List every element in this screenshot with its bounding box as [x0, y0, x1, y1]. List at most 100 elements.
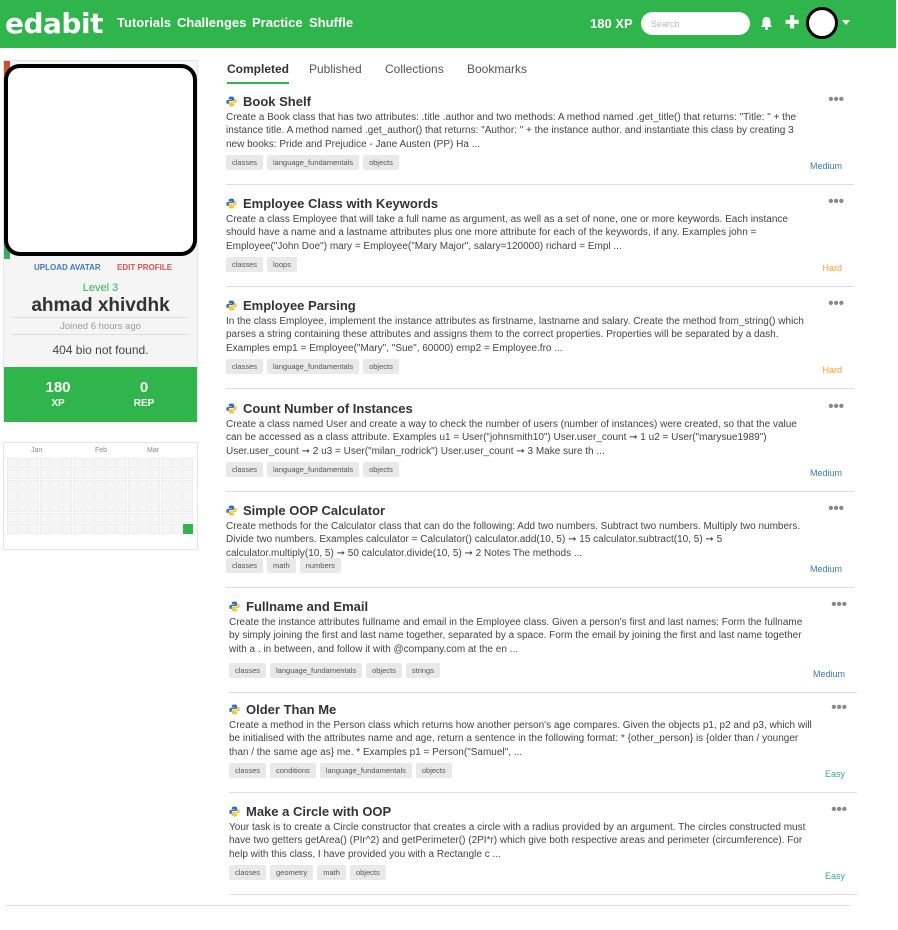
tag[interactable]: strings	[405, 663, 440, 678]
challenge-title[interactable]: Employee Class with Keywords	[243, 196, 438, 211]
nav-shuffle[interactable]: Shuffle	[309, 15, 353, 30]
more-options-icon[interactable]: •••	[828, 500, 844, 517]
bell-icon[interactable]	[760, 16, 773, 30]
challenge-title[interactable]: Simple OOP Calculator	[243, 503, 385, 518]
search-input[interactable]	[641, 12, 750, 35]
tag[interactable]: classes	[229, 865, 267, 880]
heatmap-cell	[51, 513, 61, 523]
challenge-title[interactable]: Count Number of Instances	[243, 401, 413, 416]
tag[interactable]: classes	[229, 763, 267, 778]
more-options-icon[interactable]: •••	[831, 699, 847, 716]
top-navbar: edabit Tutorials Challenges Practice Shu…	[0, 0, 896, 48]
heatmap-cell	[183, 513, 193, 523]
chevron-down-icon[interactable]	[842, 20, 850, 25]
challenge-item[interactable]: Count Number of Instances ••• Create a cla…	[226, 398, 854, 492]
difficulty-badge: Hard	[822, 263, 842, 273]
tag[interactable]: language_fundamentals	[267, 155, 360, 170]
xp-value: 180	[45, 379, 71, 396]
challenge-title[interactable]: Book Shelf	[243, 94, 311, 109]
tag[interactable]: classes	[226, 257, 264, 272]
tab-published[interactable]: Published	[309, 62, 362, 76]
heatmap-cell	[73, 524, 83, 534]
logo[interactable]: edabit	[5, 7, 103, 40]
heatmap-cell	[62, 469, 72, 479]
challenge-description: Your task is to create a Circle construc…	[229, 822, 806, 860]
tag[interactable]: objects	[363, 359, 399, 374]
heatmap-cell	[51, 502, 61, 512]
tag[interactable]: math	[317, 865, 346, 880]
heatmap-cell	[62, 502, 72, 512]
heatmap-cell	[139, 524, 149, 534]
challenge-description: In the class Employee, implement the ins…	[226, 316, 804, 354]
challenge-item[interactable]: Employee Parsing ••• In the class Employee…	[226, 295, 854, 389]
more-options-icon[interactable]: •••	[831, 801, 847, 818]
challenge-item[interactable]: Simple OOP Calculator ••• Create methods f…	[226, 500, 854, 588]
more-options-icon[interactable]: •••	[828, 398, 844, 415]
tag[interactable]: language_fundamentals	[267, 359, 360, 374]
tag[interactable]: objects	[366, 663, 402, 678]
profile-avatar	[4, 64, 197, 256]
tag[interactable]: numbers	[299, 558, 341, 573]
upload-avatar-link[interactable]: Upload Avatar	[34, 263, 101, 272]
tag[interactable]: objects	[415, 763, 452, 778]
heatmap-cell	[161, 491, 171, 501]
challenge-item[interactable]: Book Shelf ••• Create a Book class that ha…	[226, 91, 854, 185]
user-avatar[interactable]	[806, 7, 838, 39]
plus-icon[interactable]: ✚	[785, 14, 799, 31]
heatmap-cell	[106, 480, 116, 490]
nav-tutorials[interactable]: Tutorials	[117, 15, 171, 30]
heatmap-cell	[7, 458, 17, 468]
tag[interactable]: language_fundamentals	[319, 763, 412, 778]
tag[interactable]: loops	[267, 257, 297, 272]
difficulty-badge: Medium	[809, 161, 842, 171]
challenge-title[interactable]: Fullname and Email	[246, 599, 368, 614]
heatmap-cell	[150, 491, 160, 501]
tag[interactable]: objects	[363, 155, 399, 170]
challenge-item[interactable]: Older Than Me ••• Create a method in the P…	[229, 699, 857, 793]
edit-profile-link[interactable]: Edit Profile	[117, 263, 172, 272]
tag[interactable]: conditions	[270, 763, 316, 778]
heatmap-cell	[40, 524, 50, 534]
tag[interactable]: classes	[226, 462, 264, 477]
heatmap-cell	[95, 513, 105, 523]
more-options-icon[interactable]: •••	[828, 295, 844, 312]
heatmap-cell	[128, 480, 138, 490]
heatmap-cell	[18, 469, 28, 479]
heatmap-cell	[172, 458, 182, 468]
tag[interactable]: objects	[349, 865, 386, 880]
heatmap-cell	[7, 480, 17, 490]
nav-challenges[interactable]: Challenges	[177, 15, 246, 30]
tag[interactable]: geometry	[270, 865, 314, 880]
tag[interactable]: math	[267, 558, 296, 573]
tab-collections[interactable]: Collections	[385, 62, 444, 76]
heatmap-cell	[84, 502, 94, 512]
tag[interactable]: language_fundamentals	[267, 462, 360, 477]
tag[interactable]: language_fundamentals	[270, 663, 363, 678]
more-options-icon[interactable]: •••	[831, 596, 847, 613]
nav-practice[interactable]: Practice	[252, 15, 303, 30]
tag[interactable]: classes	[226, 558, 264, 573]
divider	[6, 905, 851, 906]
challenge-title[interactable]: Older Than Me	[246, 702, 336, 717]
tag[interactable]: classes	[229, 663, 267, 678]
challenge-title[interactable]: Make a Circle with OOP	[246, 804, 391, 819]
heatmap-cell	[62, 491, 72, 501]
heatmap-cell	[161, 458, 171, 468]
tab-bookmarks[interactable]: Bookmarks	[467, 62, 527, 76]
tag[interactable]: classes	[226, 155, 264, 170]
challenge-item[interactable]: Make a Circle with OOP ••• Your task is to…	[229, 801, 857, 895]
heatmap-cell	[7, 502, 17, 512]
python-icon	[229, 704, 240, 715]
heatmap-cell	[73, 458, 83, 468]
more-options-icon[interactable]: •••	[828, 91, 844, 108]
challenge-item[interactable]: Fullname and Email ••• Create the instance…	[229, 596, 857, 693]
tab-completed[interactable]: Completed	[227, 62, 290, 84]
difficulty-badge: Hard	[822, 365, 842, 375]
tag[interactable]: classes	[226, 359, 264, 374]
heatmap-cell	[95, 469, 105, 479]
tag[interactable]: objects	[363, 462, 399, 477]
heatmap-month: Jan	[31, 447, 43, 454]
challenge-title[interactable]: Employee Parsing	[243, 298, 356, 313]
challenge-item[interactable]: Employee Class with Keywords ••• Create a …	[226, 193, 854, 287]
more-options-icon[interactable]: •••	[828, 193, 844, 210]
